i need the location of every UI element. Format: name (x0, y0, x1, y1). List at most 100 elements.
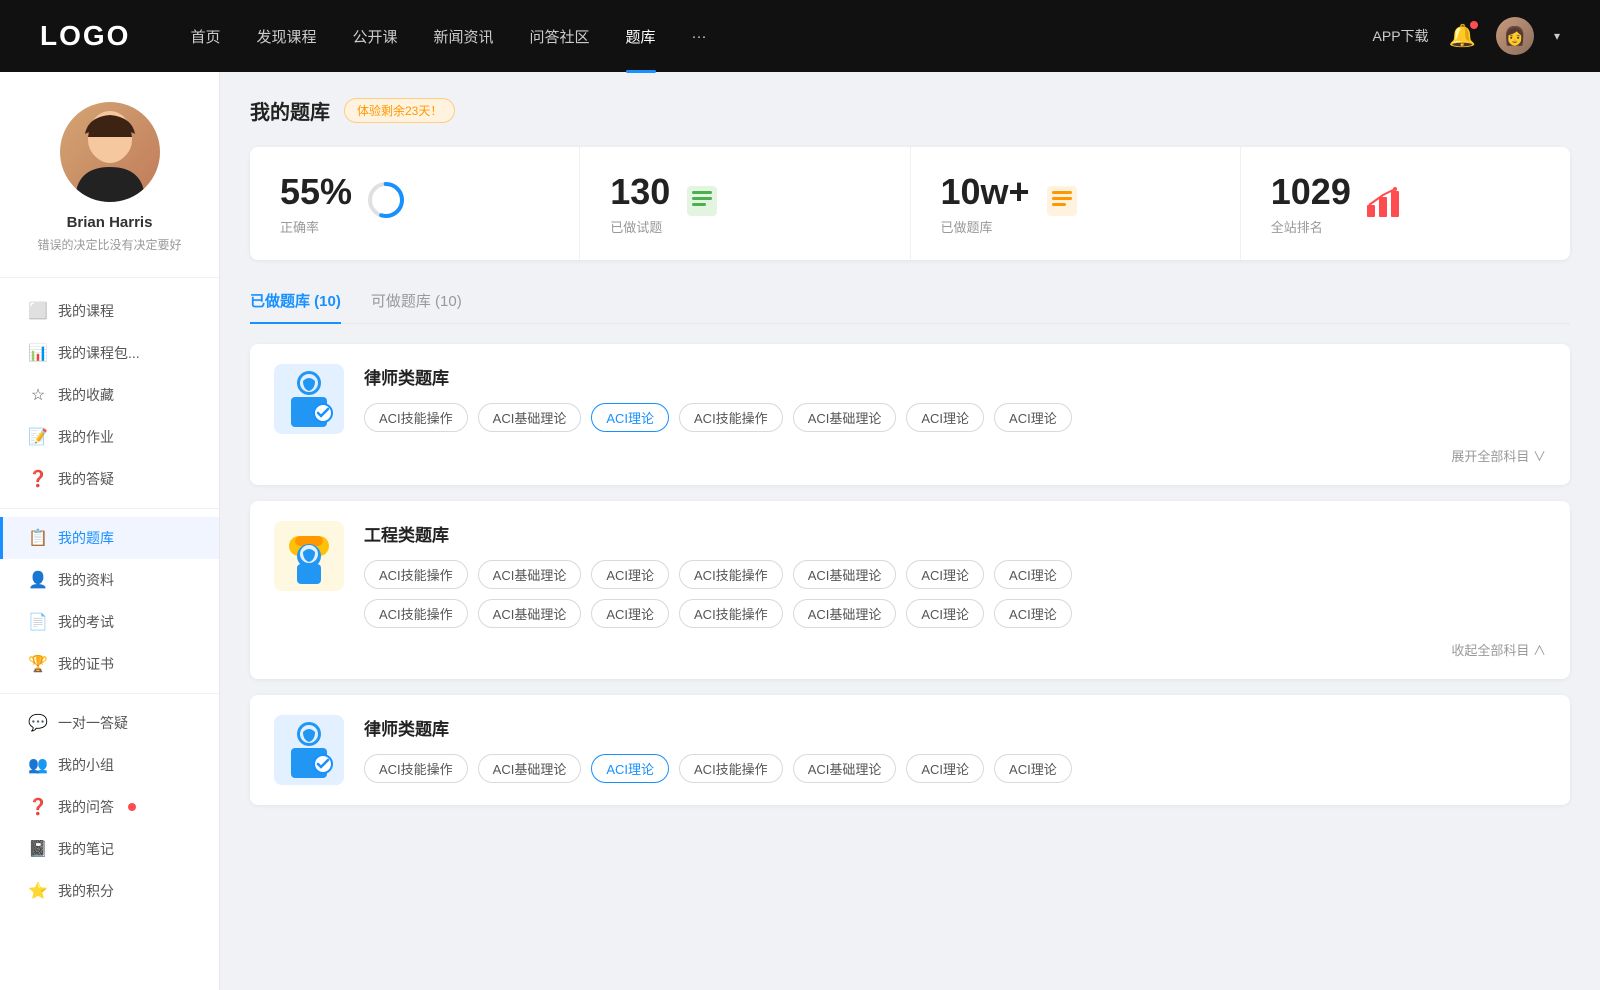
sidebar-profile: Brian Harris 错误的决定比没有决定要好 (0, 102, 219, 278)
tab-bar: 已做题库 (10) 可做题库 (10) (250, 282, 1570, 324)
sidebar-item-points[interactable]: ⭐ 我的积分 (0, 870, 219, 912)
stat-done-questions-info: 130 已做试题 (610, 171, 670, 236)
eng-tag-r2-2[interactable]: ACI理论 (591, 599, 669, 628)
expand-link[interactable]: 展开全部科目 ∨ (1451, 446, 1546, 465)
sidebar-item-notes[interactable]: 📓 我的笔记 (0, 828, 219, 870)
nav-news[interactable]: 新闻资讯 (434, 26, 494, 47)
law2-tag-0[interactable]: ACI技能操作 (364, 754, 468, 783)
nav-discover[interactable]: 发现课程 (256, 26, 316, 47)
tag-0[interactable]: ACI技能操作 (364, 403, 468, 432)
collapse-link[interactable]: 收起全部科目 ∧ (1451, 640, 1546, 659)
sidebar-item-courses[interactable]: ⬜ 我的课程 (0, 290, 219, 332)
stat-rank-value: 1029 (1271, 171, 1351, 213)
stat-banks-icon (1044, 183, 1080, 224)
eng-tag-0[interactable]: ACI技能操作 (364, 560, 468, 589)
navbar: LOGO 首页 发现课程 公开课 新闻资讯 问答社区 题库 ··· APP下载 … (0, 0, 1600, 72)
eng-tag-r2-0[interactable]: ACI技能操作 (364, 599, 468, 628)
law2-tag-5[interactable]: ACI理论 (906, 754, 984, 783)
law2-tag-4[interactable]: ACI基础理论 (793, 754, 897, 783)
stat-banks-label: 已做题库 (941, 217, 1030, 236)
sidebar-item-label: 我的资料 (58, 570, 114, 590)
eng-tag-r2-3[interactable]: ACI技能操作 (679, 599, 783, 628)
nav-qa[interactable]: 问答社区 (530, 26, 590, 47)
law2-tag-1[interactable]: ACI基础理论 (478, 754, 582, 783)
tag-6[interactable]: ACI理论 (994, 403, 1072, 432)
stat-accuracy: 55% 正确率 (250, 147, 580, 260)
avatar[interactable]: 👩 (1496, 17, 1534, 55)
eng-tag-2[interactable]: ACI理论 (591, 560, 669, 589)
logo: LOGO (40, 20, 130, 52)
tab-available[interactable]: 可做题库 (10) (371, 282, 462, 323)
eng-tag-6[interactable]: ACI理论 (994, 560, 1072, 589)
sidebar-item-label: 我的答疑 (58, 469, 114, 489)
favorites-icon: ☆ (28, 385, 48, 405)
sidebar-item-my-qa[interactable]: ❓ 我的问答 (0, 786, 219, 828)
eng-tag-r2-4[interactable]: ACI基础理论 (793, 599, 897, 628)
stat-rank-icon (1365, 183, 1401, 224)
qa-dot-badge (128, 803, 136, 811)
tag-4[interactable]: ACI基础理论 (793, 403, 897, 432)
qbank-footer: 展开全部科目 ∨ (274, 446, 1546, 465)
qbank-card-header: 律师类题库 ACI技能操作 ACI基础理论 ACI理论 ACI技能操作 ACI基… (274, 364, 1546, 434)
sidebar-item-question-bank[interactable]: 📋 我的题库 (0, 517, 219, 559)
qbank-body-2: 工程类题库 ACI技能操作 ACI基础理论 ACI理论 ACI技能操作 ACI基… (364, 521, 1546, 628)
sidebar-item-course-package[interactable]: 📊 我的课程包... (0, 332, 219, 374)
main-content: 我的题库 体验剩余23天！ 55% 正确率 130 (220, 72, 1600, 990)
avatar-image: 👩 (1496, 17, 1534, 55)
qbank-footer-2: 收起全部科目 ∧ (274, 640, 1546, 659)
sidebar-item-favorites[interactable]: ☆ 我的收藏 (0, 374, 219, 416)
law2-tag-6[interactable]: ACI理论 (994, 754, 1072, 783)
qbank-tags-row2: ACI技能操作 ACI基础理论 ACI理论 ACI技能操作 ACI基础理论 AC… (364, 599, 1546, 628)
sidebar-item-questions[interactable]: ❓ 我的答疑 (0, 458, 219, 500)
my-qa-icon: ❓ (28, 797, 48, 817)
tag-3[interactable]: ACI技能操作 (679, 403, 783, 432)
nav-question-bank[interactable]: 题库 (626, 26, 656, 47)
notification-dot (1470, 21, 1478, 29)
profile-icon: 👤 (28, 570, 48, 590)
nav-links: 首页 发现课程 公开课 新闻资讯 问答社区 题库 ··· (190, 26, 1372, 47)
eng-tag-4[interactable]: ACI基础理论 (793, 560, 897, 589)
nav-home[interactable]: 首页 (190, 26, 220, 47)
nav-open-course[interactable]: 公开课 (352, 26, 397, 47)
sidebar-item-label: 我的题库 (58, 528, 114, 548)
eng-tag-1[interactable]: ACI基础理论 (478, 560, 582, 589)
eng-tag-3[interactable]: ACI技能操作 (679, 560, 783, 589)
sidebar-item-group[interactable]: 👥 我的小组 (0, 744, 219, 786)
sidebar-item-certificate[interactable]: 🏆 我的证书 (0, 643, 219, 685)
lawyer-icon-2 (274, 715, 344, 785)
lawyer-icon (274, 364, 344, 434)
sidebar-item-label: 我的考试 (58, 612, 114, 632)
profile-avatar (60, 102, 160, 202)
law2-tag-3[interactable]: ACI技能操作 (679, 754, 783, 783)
stat-done-banks-info: 10w+ 已做题库 (941, 171, 1030, 236)
sidebar-item-homework[interactable]: 📝 我的作业 (0, 416, 219, 458)
app-download-link[interactable]: APP下载 (1373, 26, 1429, 46)
stat-rank: 1029 全站排名 (1241, 147, 1570, 260)
stat-done-banks: 10w+ 已做题库 (911, 147, 1241, 260)
tag-2-active[interactable]: ACI理论 (591, 403, 669, 432)
nav-chevron-icon[interactable]: ▾ (1554, 29, 1560, 43)
sidebar-item-label: 我的收藏 (58, 385, 114, 405)
tab-done[interactable]: 已做题库 (10) (250, 282, 341, 323)
sidebar-item-profile[interactable]: 👤 我的资料 (0, 559, 219, 601)
points-icon: ⭐ (28, 881, 48, 901)
qbank-title-3: 律师类题库 (364, 715, 1546, 740)
sidebar-item-exam[interactable]: 📄 我的考试 (0, 601, 219, 643)
sidebar-item-one-on-one[interactable]: 💬 一对一答疑 (0, 702, 219, 744)
nav-more[interactable]: ··· (692, 28, 707, 45)
profile-name: Brian Harris (20, 214, 199, 231)
eng-tag-r2-1[interactable]: ACI基础理论 (478, 599, 582, 628)
eng-tag-r2-6[interactable]: ACI理论 (994, 599, 1072, 628)
course-package-icon: 📊 (28, 343, 48, 363)
sidebar: Brian Harris 错误的决定比没有决定要好 ⬜ 我的课程 📊 我的课程包… (0, 72, 220, 990)
law2-tag-2-active[interactable]: ACI理论 (591, 754, 669, 783)
eng-tag-r2-5[interactable]: ACI理论 (906, 599, 984, 628)
qbank-card-lawyer-2: 律师类题库 ACI技能操作 ACI基础理论 ACI理论 ACI技能操作 ACI基… (250, 695, 1570, 805)
tag-1[interactable]: ACI基础理论 (478, 403, 582, 432)
engineer-icon (274, 521, 344, 591)
eng-tag-5[interactable]: ACI理论 (906, 560, 984, 589)
stats-row: 55% 正确率 130 已做试题 (250, 147, 1570, 260)
tag-5[interactable]: ACI理论 (906, 403, 984, 432)
sidebar-divider-1 (0, 508, 219, 509)
notification-bell[interactable]: 🔔 (1449, 23, 1476, 49)
